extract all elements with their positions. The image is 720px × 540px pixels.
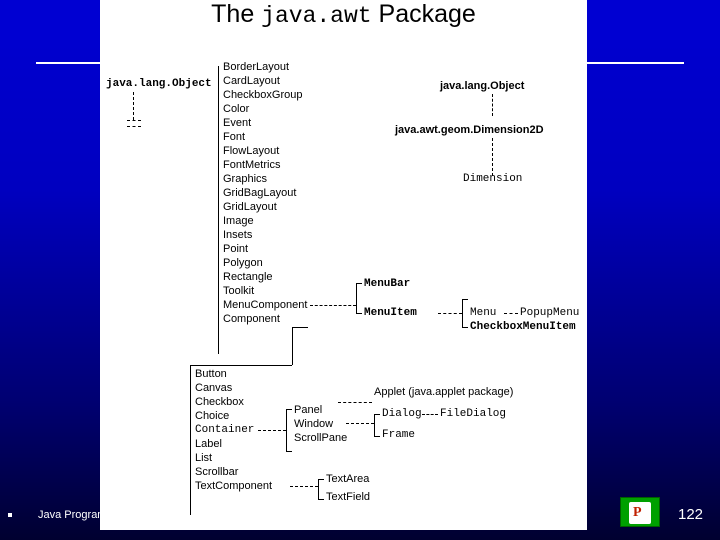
container-connector: [258, 430, 286, 431]
menu-branch-top-tick: [356, 283, 362, 284]
class-flowlayout: FlowLayout: [223, 145, 280, 157]
class-fontmetrics: FontMetrics: [223, 159, 281, 171]
menu-branch-bottom-tick: [356, 313, 362, 314]
class-label: Label: [195, 438, 222, 450]
title-package: java.awt: [261, 3, 372, 29]
class-canvas: Canvas: [195, 382, 233, 394]
title-prefix: The: [211, 0, 262, 28]
class-window: Window: [294, 418, 334, 430]
menu-sub-top-tick: [462, 299, 468, 300]
panel-applet-connector: [338, 402, 372, 403]
window-bottom-tick: [374, 436, 380, 437]
class-event: Event: [223, 117, 252, 129]
textcomponent-bottom-tick: [318, 499, 324, 500]
right-root-label: java.lang.Object: [440, 80, 525, 92]
class-textfield: TextField: [326, 491, 371, 503]
component-children-bar: [190, 365, 292, 366]
textcomponent-connector: [290, 486, 318, 487]
menu-branch-spine: [356, 283, 357, 313]
class-menubar: MenuBar: [364, 278, 411, 290]
left-root-dash-tick2: [127, 126, 141, 127]
class-insets: Insets: [223, 229, 253, 241]
slide: The java.awt Package java.lang.Object Bo…: [0, 0, 720, 540]
footer-text: Java Programming: [38, 509, 131, 521]
class-hierarchy-diagram: java.lang.Object BorderLayout CardLayout…: [100, 40, 587, 530]
container-top-tick: [286, 409, 292, 410]
class-button: Button: [195, 368, 227, 380]
class-color: Color: [223, 103, 250, 115]
class-dimension2d: java.awt.geom.Dimension2D: [395, 124, 544, 136]
class-component: Component: [223, 313, 280, 325]
menucomponent-connector: [310, 305, 356, 306]
window-top-tick: [374, 414, 380, 415]
class-point: Point: [223, 243, 249, 255]
title-suffix: Package: [371, 0, 476, 28]
class-dialog: Dialog: [382, 408, 422, 420]
logo-mark-letter: P: [633, 505, 642, 520]
class-filedialog: FileDialog: [440, 408, 507, 420]
left-root-dash-tick: [127, 120, 141, 121]
class-menu: Menu: [470, 307, 497, 319]
window-children-spine: [374, 414, 375, 436]
class-image: Image: [223, 215, 254, 227]
page-title: The java.awt Package: [100, 0, 587, 29]
window-children-connector: [346, 423, 374, 424]
course-logo: P: [620, 497, 660, 527]
menu-sub-spine: [462, 299, 463, 327]
class-frame: Frame: [382, 429, 416, 441]
class-textcomponent: TextComponent: [195, 480, 273, 492]
menu-popup-connector: [504, 313, 518, 314]
right-root-dash-line: [492, 94, 493, 116]
menu-sub-bottom-tick: [462, 327, 468, 328]
class-scrollbar: Scrollbar: [195, 466, 239, 478]
left-root-label: java.lang.Object: [106, 78, 212, 90]
left-root-dash-line: [133, 92, 134, 120]
class-cardlayout: CardLayout: [223, 75, 280, 87]
class-menuitem: MenuItem: [364, 307, 417, 319]
object-children-spine: [218, 66, 219, 354]
class-container: Container: [195, 424, 255, 436]
class-toolkit: Toolkit: [223, 285, 255, 297]
class-font: Font: [223, 131, 246, 143]
class-graphics: Graphics: [223, 173, 268, 185]
page-number: 122: [678, 506, 704, 523]
component-drop-line: [292, 327, 293, 365]
class-menucomponent: MenuComponent: [223, 299, 308, 311]
container-children-spine: [286, 409, 287, 451]
class-list: List: [195, 452, 213, 464]
class-checkbox: Checkbox: [195, 396, 244, 408]
menuitem-connector: [438, 313, 462, 314]
class-textarea: TextArea: [326, 473, 370, 485]
class-gridbaglayout: GridBagLayout: [223, 187, 297, 199]
class-borderlayout: BorderLayout: [223, 61, 290, 73]
component-children-spine: [190, 365, 191, 515]
class-polygon: Polygon: [223, 257, 263, 269]
class-checkboxgroup: CheckboxGroup: [223, 89, 303, 101]
component-drop-tick: [292, 327, 308, 328]
class-choice: Choice: [195, 410, 230, 422]
textcomponent-children-spine: [318, 479, 319, 499]
class-applet: Applet (java.applet package): [374, 386, 514, 398]
container-bottom-tick: [286, 451, 292, 452]
class-gridlayout: GridLayout: [223, 201, 277, 213]
class-popupmenu: PopupMenu: [520, 307, 580, 319]
class-panel: Panel: [294, 404, 323, 416]
class-dimension: Dimension: [463, 173, 523, 185]
class-scrollpane: ScrollPane: [294, 432, 348, 444]
class-checkboxmenuitem: CheckboxMenuItem: [470, 321, 576, 333]
dimension2d-dash-line: [492, 138, 493, 176]
diagram-image-panel: The java.awt Package java.lang.Object Bo…: [100, 0, 587, 530]
class-rectangle: Rectangle: [223, 271, 273, 283]
textcomponent-top-tick: [318, 479, 324, 480]
footer-bullet-icon: [8, 513, 12, 517]
dialog-filedialog-connector: [422, 414, 438, 415]
